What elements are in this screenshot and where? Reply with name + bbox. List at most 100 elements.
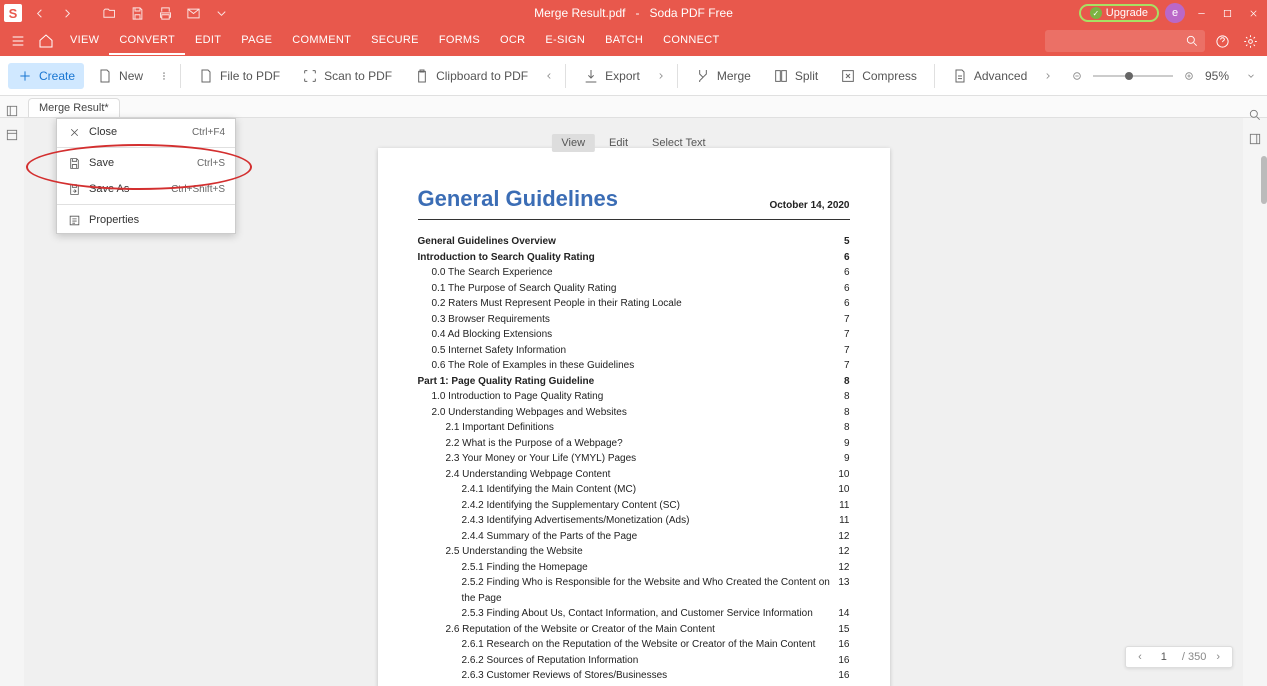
maximize-button[interactable] [1217, 3, 1237, 23]
check-icon: ✓ [1090, 7, 1102, 19]
clipboard-to-pdf-button[interactable]: Clipboard to PDF [405, 63, 537, 89]
toc-entry: 0.1 The Purpose of Search Quality Rating… [418, 281, 850, 297]
toc-entry: 2.5.2 Finding Who is Responsible for the… [418, 575, 850, 606]
tab-context-menu: CloseCtrl+F4 SaveCtrl+SSave AsCtrl+Shift+… [56, 118, 236, 234]
doc-mode-edit[interactable]: Edit [599, 134, 638, 152]
toc-entry: 2.2 What is the Purpose of a Webpage?9 [418, 436, 850, 452]
toc-entry: 2.5.1 Finding the Homepage12 [418, 560, 850, 576]
split-button[interactable]: Split [764, 63, 827, 89]
gear-icon[interactable] [1239, 30, 1261, 52]
save-icon[interactable] [126, 2, 148, 24]
toc-entry: General Guidelines Overview5 [418, 234, 850, 250]
folder-open-icon[interactable] [98, 2, 120, 24]
menu-batch[interactable]: BATCH [595, 27, 653, 55]
scan-to-pdf-button[interactable]: Scan to PDF [293, 63, 401, 89]
chevron-left-icon[interactable] [541, 68, 557, 84]
help-icon[interactable] [1211, 30, 1233, 52]
file-to-pdf-button[interactable]: File to PDF [189, 63, 289, 89]
doc-mode-view[interactable]: View [551, 134, 595, 152]
chevron-down-icon[interactable] [210, 2, 232, 24]
chevron-right-icon[interactable] [653, 68, 669, 84]
menu-connect[interactable]: CONNECT [653, 27, 730, 55]
menu-comment[interactable]: COMMENT [282, 27, 361, 55]
toc-entry: 0.0 The Search Experience6 [418, 265, 850, 281]
more-icon[interactable] [156, 68, 172, 84]
menu-e-sign[interactable]: E-SIGN [535, 27, 595, 55]
compress-button[interactable]: Compress [831, 63, 926, 89]
hamburger-icon[interactable] [4, 27, 32, 55]
close-button[interactable] [1243, 3, 1263, 23]
toc-entry: 2.1 Important Definitions8 [418, 420, 850, 436]
menu-page[interactable]: PAGE [231, 27, 282, 55]
ctx-save-as[interactable]: Save AsCtrl+Shift+S [57, 176, 235, 202]
menu-secure[interactable]: SECURE [361, 27, 429, 55]
toc-entry: 2.3 Your Money or Your Life (YMYL) Pages… [418, 451, 850, 467]
toc-entry: Part 1: Page Quality Rating Guideline8 [418, 374, 850, 390]
toc-entry: 2.4.2 Identifying the Supplementary Cont… [418, 498, 850, 514]
create-button[interactable]: Create [8, 63, 84, 89]
search-input[interactable] [1045, 30, 1205, 52]
close-icon [67, 125, 81, 139]
toc-entry: 0.4 Ad Blocking Extensions7 [418, 327, 850, 343]
menu-edit[interactable]: EDIT [185, 27, 231, 55]
page-total: / 350 [1182, 651, 1206, 663]
toc-entry: 0.6 The Role of Examples in these Guidel… [418, 358, 850, 374]
zoom-slider[interactable] [1093, 75, 1173, 77]
upgrade-button[interactable]: ✓ Upgrade [1079, 4, 1159, 22]
vertical-scrollbar[interactable] [1259, 118, 1267, 518]
doc-mode-select-text[interactable]: Select Text [642, 134, 716, 152]
toc-entry: 2.6.1 Research on the Reputation of the … [418, 637, 850, 653]
toc-entry: Introduction to Search Quality Rating6 [418, 250, 850, 266]
panel-icon[interactable] [3, 102, 21, 120]
user-avatar[interactable]: e [1165, 3, 1185, 23]
zoom-out-icon[interactable] [1069, 68, 1085, 84]
arrow-right-icon[interactable] [56, 2, 78, 24]
props-icon [67, 213, 81, 227]
next-page-icon[interactable]: › [1212, 651, 1224, 663]
scrollbar-thumb[interactable] [1261, 156, 1267, 204]
merge-button[interactable]: Merge [686, 63, 760, 89]
arrow-left-icon[interactable] [28, 2, 50, 24]
minimize-button[interactable] [1191, 3, 1211, 23]
prev-page-icon[interactable]: ‹ [1134, 651, 1146, 663]
left-sidebar [0, 96, 24, 144]
divider [418, 219, 850, 220]
ctx-save[interactable]: SaveCtrl+S [57, 150, 235, 176]
page-navigator[interactable]: ‹ / 350 › [1125, 646, 1233, 668]
page-number-input[interactable] [1152, 651, 1176, 663]
zoom-in-icon[interactable] [1181, 68, 1197, 84]
toolbar: Create New File to PDF Scan to PDF Clipb… [0, 56, 1267, 96]
export-button[interactable]: Export [574, 63, 649, 89]
toc-entry: 2.4.1 Identifying the Main Content (MC)1… [418, 482, 850, 498]
toc-entry: 0.5 Internet Safety Information7 [418, 343, 850, 359]
toc-entry: 0.3 Browser Requirements7 [418, 312, 850, 328]
new-button[interactable]: New [88, 63, 152, 89]
toc-entry: 0.2 Raters Must Represent People in thei… [418, 296, 850, 312]
advanced-button[interactable]: Advanced [943, 63, 1036, 89]
chevron-right-icon[interactable] [1040, 68, 1056, 84]
tab-bar: Merge Result* [0, 96, 1267, 118]
menu-convert[interactable]: CONVERT [109, 27, 185, 55]
toc-entry: 2.5 Understanding the Website12 [418, 544, 850, 560]
ctx-close[interactable]: CloseCtrl+F4 [57, 119, 235, 145]
toc-entry: 2.5.3 Finding About Us, Contact Informat… [418, 606, 850, 622]
title-appname: Soda PDF Free [650, 6, 733, 20]
print-icon[interactable] [154, 2, 176, 24]
menu-ocr[interactable]: OCR [490, 27, 535, 55]
menu-view[interactable]: VIEW [60, 27, 109, 55]
bookmark-icon[interactable] [3, 126, 21, 144]
toc-entry: 2.6.3 Customer Reviews of Stores/Busines… [418, 668, 850, 684]
chevron-down-icon[interactable] [1243, 68, 1259, 84]
document-tab[interactable]: Merge Result* [28, 98, 120, 117]
title-bar: S Merge Result.pdf - Soda PDF Free ✓ Upg… [0, 0, 1267, 26]
menu-forms[interactable]: FORMS [429, 27, 490, 55]
title-filename: Merge Result.pdf [534, 6, 625, 20]
home-icon[interactable] [32, 27, 60, 55]
toc-entry: 2.4 Understanding Webpage Content10 [418, 467, 850, 483]
saveas-icon [67, 182, 81, 196]
toc-entry: 1.0 Introduction to Page Quality Rating8 [418, 389, 850, 405]
zoom-value: 95% [1205, 69, 1235, 83]
toc-entry: 2.4.3 Identifying Advertisements/Monetiz… [418, 513, 850, 529]
mail-icon[interactable] [182, 2, 204, 24]
ctx-properties[interactable]: Properties [57, 207, 235, 233]
